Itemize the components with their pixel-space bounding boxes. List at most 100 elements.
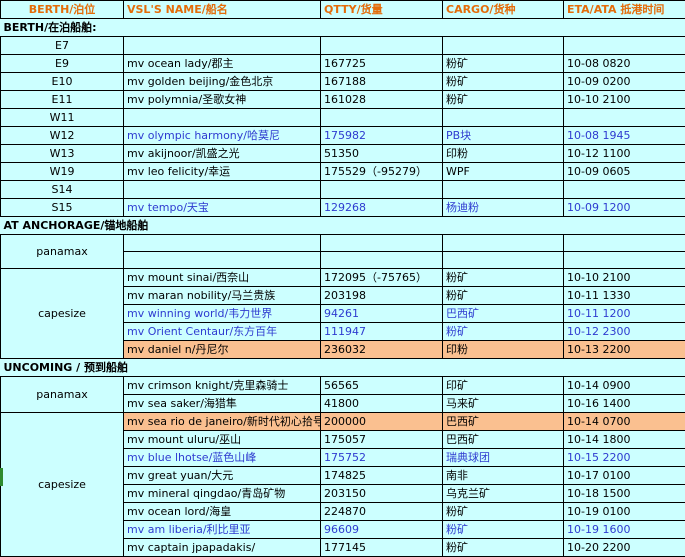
- qtty-cell[interactable]: 236032: [320, 340, 443, 359]
- eta-cell[interactable]: 10-17 0100: [563, 466, 685, 485]
- cargo-cell[interactable]: 粉矿: [442, 520, 564, 539]
- berth-cell[interactable]: E9: [0, 54, 124, 73]
- cargo-cell[interactable]: 印粉: [442, 144, 564, 163]
- eta-cell[interactable]: 10-08 0820: [563, 54, 685, 73]
- qtty-cell[interactable]: 203150: [320, 484, 443, 503]
- header-qtty[interactable]: QTTY/货量: [320, 0, 443, 19]
- berth-cell[interactable]: E7: [0, 36, 124, 55]
- vessel-name-cell[interactable]: mv sea saker/海猎隼: [123, 394, 321, 413]
- cargo-cell[interactable]: [442, 36, 564, 55]
- qtty-cell[interactable]: 175529（-95279）: [320, 162, 443, 181]
- cargo-cell[interactable]: 粉矿: [442, 72, 564, 91]
- vessel-name-cell[interactable]: mv golden beijing/金色北京: [123, 72, 321, 91]
- qtty-cell[interactable]: [320, 108, 443, 127]
- vessel-name-cell[interactable]: mv great yuan/大元: [123, 466, 321, 485]
- qtty-cell[interactable]: 51350: [320, 144, 443, 163]
- qtty-cell[interactable]: 175752: [320, 448, 443, 467]
- vessel-name-cell[interactable]: mv captain jpapadakis/: [123, 538, 321, 557]
- qtty-cell[interactable]: 177145: [320, 538, 443, 557]
- eta-cell[interactable]: [563, 234, 685, 252]
- qtty-cell[interactable]: 175057: [320, 430, 443, 449]
- vessel-name-cell[interactable]: mv blue lhotse/蓝色山峰: [123, 448, 321, 467]
- section-title[interactable]: BERTH/在泊船舶:: [0, 18, 685, 37]
- qtty-cell[interactable]: [320, 180, 443, 199]
- header-berth[interactable]: BERTH/泊位: [0, 0, 124, 19]
- qtty-cell[interactable]: 175982: [320, 126, 443, 145]
- eta-cell[interactable]: 10-20 2200: [563, 538, 685, 557]
- cargo-cell[interactable]: [442, 251, 564, 269]
- vessel-name-cell[interactable]: mv akijnoor/凯盛之光: [123, 144, 321, 163]
- vessel-name-cell[interactable]: mv maran nobility/马兰贵族: [123, 286, 321, 305]
- eta-cell[interactable]: 10-08 1945: [563, 126, 685, 145]
- vessel-name-cell[interactable]: mv leo felicity/幸运: [123, 162, 321, 181]
- cargo-cell[interactable]: 印矿: [442, 376, 564, 395]
- cargo-cell[interactable]: 粉矿: [442, 538, 564, 557]
- eta-cell[interactable]: 10-15 2200: [563, 448, 685, 467]
- qtty-cell[interactable]: 94261: [320, 304, 443, 323]
- eta-cell[interactable]: [563, 36, 685, 55]
- cargo-cell[interactable]: [442, 180, 564, 199]
- cargo-cell[interactable]: 巴西矿: [442, 304, 564, 323]
- cargo-cell[interactable]: 巴西矿: [442, 412, 564, 431]
- cargo-cell[interactable]: 南非: [442, 466, 564, 485]
- vessel-name-cell[interactable]: [123, 36, 321, 55]
- eta-cell[interactable]: 10-12 1100: [563, 144, 685, 163]
- qtty-cell[interactable]: 161028: [320, 90, 443, 109]
- vessel-name-cell[interactable]: [123, 108, 321, 127]
- eta-cell[interactable]: 10-19 0100: [563, 502, 685, 521]
- cargo-cell[interactable]: 粉矿: [442, 286, 564, 305]
- cargo-cell[interactable]: WPF: [442, 162, 564, 181]
- cargo-cell[interactable]: 瑞典球团: [442, 448, 564, 467]
- vessel-name-cell[interactable]: mv mineral qingdao/青岛矿物: [123, 484, 321, 503]
- cargo-cell[interactable]: 乌克兰矿: [442, 484, 564, 503]
- qtty-cell[interactable]: 56565: [320, 376, 443, 395]
- berth-cell[interactable]: panamax: [0, 376, 124, 413]
- qtty-cell[interactable]: 41800: [320, 394, 443, 413]
- eta-cell[interactable]: 10-14 0900: [563, 376, 685, 395]
- vessel-name-cell[interactable]: mv daniel n/丹尼尔: [123, 340, 321, 359]
- vessel-name-cell[interactable]: mv crimson knight/克里森骑士: [123, 376, 321, 395]
- eta-cell[interactable]: 10-14 1800: [563, 430, 685, 449]
- berth-cell[interactable]: W11: [0, 108, 124, 127]
- qtty-cell[interactable]: 167188: [320, 72, 443, 91]
- berth-cell[interactable]: E10: [0, 72, 124, 91]
- eta-cell[interactable]: [563, 108, 685, 127]
- eta-cell[interactable]: 10-13 2200: [563, 340, 685, 359]
- cargo-cell[interactable]: 粉矿: [442, 502, 564, 521]
- cargo-cell[interactable]: 粉矿: [442, 322, 564, 341]
- cargo-cell[interactable]: 巴西矿: [442, 430, 564, 449]
- vessel-name-cell[interactable]: mv ocean lady/郡主: [123, 54, 321, 73]
- eta-cell[interactable]: 10-10 2100: [563, 90, 685, 109]
- qtty-cell[interactable]: 167725: [320, 54, 443, 73]
- berth-cell[interactable]: S15: [0, 198, 124, 217]
- berth-cell[interactable]: S14: [0, 180, 124, 199]
- berth-cell[interactable]: E11: [0, 90, 124, 109]
- eta-cell[interactable]: 10-11 1200: [563, 304, 685, 323]
- qtty-cell[interactable]: 174825: [320, 466, 443, 485]
- berth-cell[interactable]: W12: [0, 126, 124, 145]
- vessel-name-cell[interactable]: [123, 251, 321, 269]
- cargo-cell[interactable]: 印粉: [442, 340, 564, 359]
- vessel-name-cell[interactable]: mv mount sinai/西奈山: [123, 268, 321, 287]
- berth-cell[interactable]: capesize: [0, 412, 124, 557]
- cargo-cell[interactable]: 粉矿: [442, 268, 564, 287]
- eta-cell[interactable]: 10-11 1330: [563, 286, 685, 305]
- qtty-cell[interactable]: 129268: [320, 198, 443, 217]
- vessel-name-cell[interactable]: mv Orient Centaur/东方百年: [123, 322, 321, 341]
- header-cargo[interactable]: CARGO/货种: [442, 0, 564, 19]
- vessel-name-cell[interactable]: mv tempo/天宝: [123, 198, 321, 217]
- qtty-cell[interactable]: [320, 36, 443, 55]
- section-title[interactable]: AT ANCHORAGE/锚地船舶: [0, 216, 685, 235]
- eta-cell[interactable]: 10-19 1600: [563, 520, 685, 539]
- vessel-name-cell[interactable]: mv olympic harmony/哈莫尼: [123, 126, 321, 145]
- cargo-cell[interactable]: 粉矿: [442, 90, 564, 109]
- vessel-name-cell[interactable]: mv am liberia/利比里亚: [123, 520, 321, 539]
- vessel-name-cell[interactable]: mv ocean lord/海皇: [123, 502, 321, 521]
- qtty-cell[interactable]: 200000: [320, 412, 443, 431]
- eta-cell[interactable]: 10-18 1500: [563, 484, 685, 503]
- vessel-name-cell[interactable]: [123, 234, 321, 252]
- vessel-name-cell[interactable]: mv mount uluru/巫山: [123, 430, 321, 449]
- eta-cell[interactable]: 10-12 2300: [563, 322, 685, 341]
- header-eta[interactable]: ETA/ATA 抵港时间: [563, 0, 685, 19]
- vessel-name-cell[interactable]: mv polymnia/圣歌女神: [123, 90, 321, 109]
